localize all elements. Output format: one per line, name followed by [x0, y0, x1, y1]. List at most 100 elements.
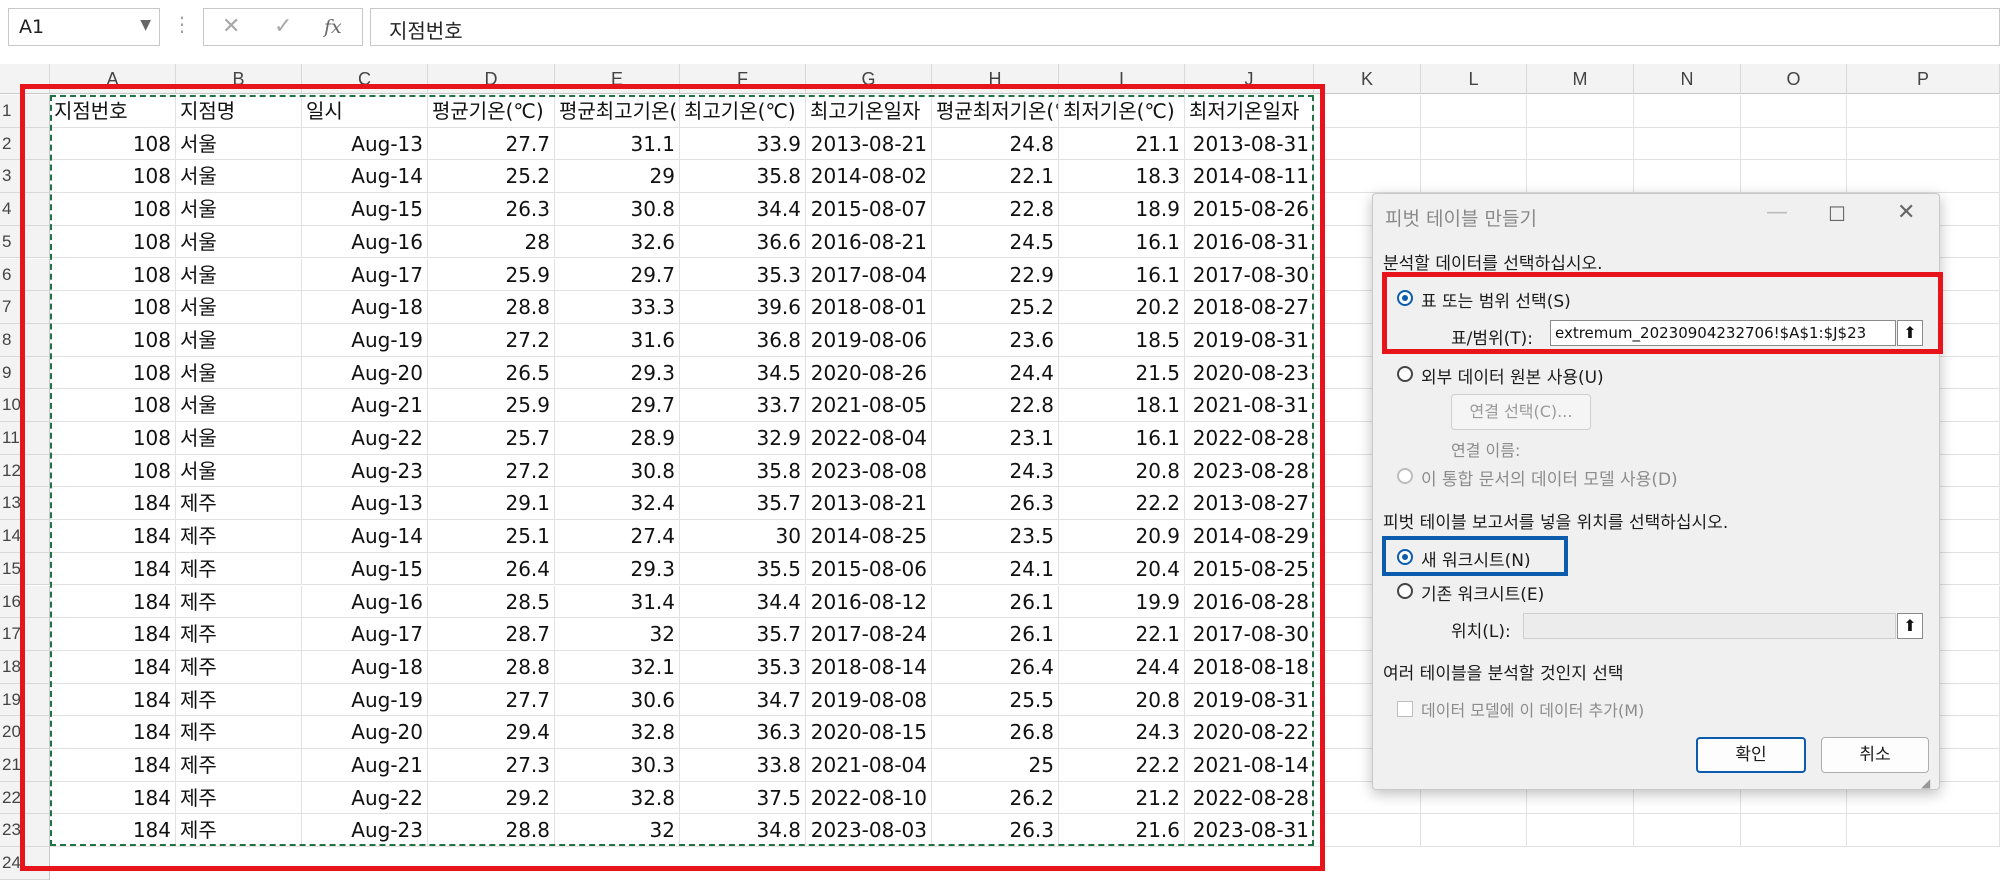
table-cell[interactable]: 108 — [50, 291, 176, 324]
table-cell[interactable]: 2018-08-27 — [1185, 291, 1314, 324]
label-external-source[interactable]: 외부 데이터 원본 사용(U) — [1421, 363, 1604, 388]
table-cell[interactable]: Aug-22 — [302, 781, 428, 815]
table-cell[interactable]: 28.8 — [428, 291, 555, 324]
table-cell[interactable]: 2021-08-04 — [806, 749, 932, 782]
select-all-corner[interactable] — [0, 64, 50, 94]
empty-cell[interactable] — [1847, 127, 2000, 161]
table-cell[interactable]: 30.8 — [555, 193, 680, 226]
table-cell[interactable]: 27.2 — [428, 454, 555, 488]
table-cell[interactable]: 27.4 — [555, 520, 680, 553]
table-cell[interactable]: 108 — [50, 127, 176, 161]
table-cell[interactable]: 31.1 — [555, 127, 680, 161]
table-cell[interactable]: 26.5 — [428, 356, 555, 390]
table-cell[interactable]: 23.6 — [932, 323, 1059, 357]
table-cell[interactable]: 30 — [680, 520, 806, 553]
table-cell[interactable]: 30.8 — [555, 454, 680, 488]
table-cell[interactable]: 34.4 — [680, 193, 806, 226]
table-cell[interactable]: 2017-08-30 — [1185, 618, 1314, 651]
table-cell[interactable]: 184 — [50, 487, 176, 521]
chevron-down-icon[interactable]: ▼ — [140, 17, 151, 33]
header-cell[interactable]: 최고기온(℃) — [680, 95, 806, 128]
column-header-j[interactable]: J — [1185, 64, 1314, 94]
row-header[interactable]: 1 — [0, 95, 50, 128]
table-cell[interactable]: 16.1 — [1059, 225, 1185, 259]
table-cell[interactable]: Aug-18 — [302, 291, 428, 324]
table-cell[interactable]: 36.3 — [680, 716, 806, 749]
table-cell[interactable]: 서울 — [176, 323, 302, 357]
table-cell[interactable]: 제주 — [176, 716, 302, 749]
column-header-o[interactable]: O — [1741, 64, 1847, 94]
row-header[interactable]: 20 — [0, 716, 50, 749]
table-cell[interactable]: 22.2 — [1059, 749, 1185, 782]
table-cell[interactable]: 35.8 — [680, 160, 806, 194]
table-cell[interactable]: 36.6 — [680, 225, 806, 259]
row-header[interactable]: 18 — [0, 650, 50, 684]
table-cell[interactable]: 21.2 — [1059, 781, 1185, 815]
table-cell[interactable]: 2022-08-10 — [806, 781, 932, 815]
table-cell[interactable]: 2015-08-26 — [1185, 193, 1314, 226]
table-cell[interactable]: 26.2 — [932, 781, 1059, 815]
column-header-d[interactable]: D — [428, 64, 555, 94]
table-cell[interactable]: 184 — [50, 716, 176, 749]
checkbox-add-data-model[interactable] — [1397, 701, 1413, 717]
empty-cell[interactable] — [1847, 95, 2000, 128]
table-cell[interactable]: Aug-15 — [302, 552, 428, 586]
empty-cell[interactable] — [1421, 95, 1527, 128]
table-cell[interactable]: 32.1 — [555, 650, 680, 684]
enter-icon[interactable]: ✓ — [274, 14, 292, 39]
table-cell[interactable]: Aug-21 — [302, 389, 428, 422]
table-cell[interactable]: Aug-21 — [302, 749, 428, 782]
table-cell[interactable]: 108 — [50, 454, 176, 488]
empty-cell[interactable] — [1634, 127, 1741, 161]
empty-cell[interactable] — [1741, 160, 1847, 194]
table-cell[interactable]: 25.1 — [428, 520, 555, 553]
table-cell[interactable]: 서울 — [176, 454, 302, 488]
table-cell[interactable]: 제주 — [176, 781, 302, 815]
table-cell[interactable]: 22.9 — [932, 258, 1059, 292]
row-header[interactable]: 5 — [0, 225, 50, 259]
table-cell[interactable]: Aug-13 — [302, 127, 428, 161]
label-table-range[interactable]: 표 또는 범위 선택(S) — [1421, 287, 1571, 312]
row-header[interactable]: 16 — [0, 585, 50, 619]
column-header-c[interactable]: C — [302, 64, 428, 94]
table-cell[interactable]: 서울 — [176, 127, 302, 161]
table-cell[interactable]: 24.4 — [932, 356, 1059, 390]
table-cell[interactable]: 35.7 — [680, 618, 806, 651]
table-cell[interactable]: Aug-20 — [302, 356, 428, 390]
table-cell[interactable]: Aug-16 — [302, 225, 428, 259]
range-picker-icon[interactable]: ⬆ — [1897, 320, 1923, 346]
table-cell[interactable]: 184 — [50, 585, 176, 619]
table-cell[interactable]: 25.9 — [428, 389, 555, 422]
empty-cell[interactable] — [1421, 160, 1527, 194]
table-cell[interactable]: 22.8 — [932, 193, 1059, 226]
table-cell[interactable]: 서울 — [176, 258, 302, 292]
row-header[interactable]: 11 — [0, 422, 50, 455]
table-cell[interactable]: 20.4 — [1059, 552, 1185, 586]
table-cell[interactable]: 2017-08-24 — [806, 618, 932, 651]
table-cell[interactable]: Aug-15 — [302, 193, 428, 226]
column-header-l[interactable]: L — [1421, 64, 1527, 94]
table-cell[interactable]: 36.8 — [680, 323, 806, 357]
table-cell[interactable]: 26.3 — [932, 487, 1059, 521]
table-cell[interactable]: 108 — [50, 258, 176, 292]
table-cell[interactable]: Aug-17 — [302, 618, 428, 651]
header-cell[interactable]: 지점명 — [176, 95, 302, 128]
table-cell[interactable]: 32.9 — [680, 422, 806, 455]
table-cell[interactable]: 33.3 — [555, 291, 680, 324]
row-header[interactable]: 24 — [0, 847, 50, 880]
table-cell[interactable]: 39.6 — [680, 291, 806, 324]
table-cell[interactable]: Aug-19 — [302, 323, 428, 357]
table-cell[interactable]: 184 — [50, 650, 176, 684]
empty-cell[interactable] — [1314, 95, 1421, 128]
table-cell[interactable]: 2016-08-12 — [806, 585, 932, 619]
table-cell[interactable]: Aug-16 — [302, 585, 428, 619]
table-cell[interactable]: 24.3 — [932, 454, 1059, 488]
table-cell[interactable]: 2013-08-21 — [806, 487, 932, 521]
label-data-model[interactable]: 이 통합 문서의 데이터 모델 사용(D) — [1421, 465, 1678, 490]
table-cell[interactable]: 21.6 — [1059, 814, 1185, 848]
table-cell[interactable]: 2019-08-31 — [1185, 323, 1314, 357]
close-icon[interactable]: ✕ — [1897, 200, 1915, 225]
table-cell[interactable]: 26.8 — [932, 716, 1059, 749]
table-cell[interactable]: 35.8 — [680, 454, 806, 488]
row-header[interactable]: 6 — [0, 258, 50, 292]
